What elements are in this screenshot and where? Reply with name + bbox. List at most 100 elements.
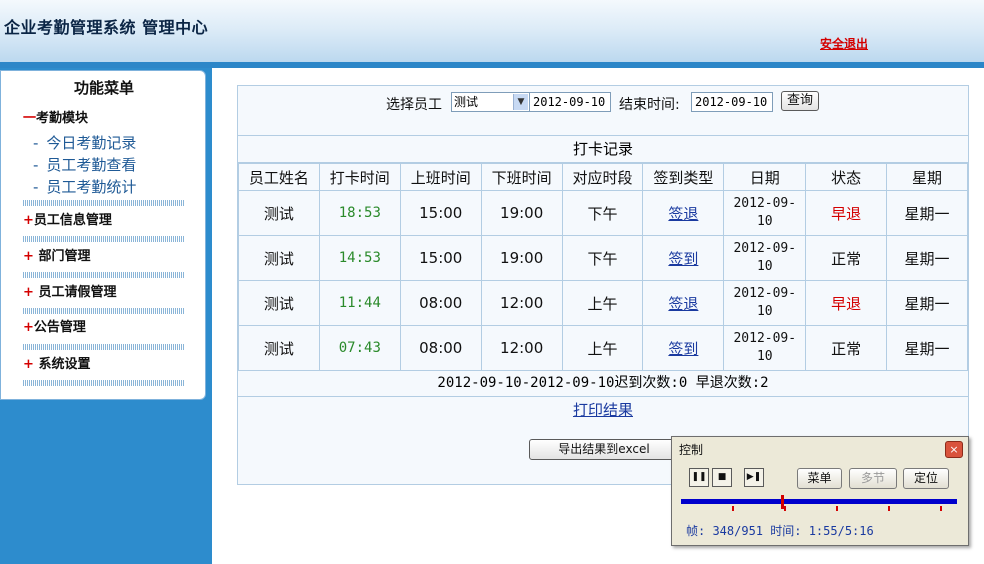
punch-type-link[interactable]: 签到 [668,340,698,358]
punch-type-link[interactable]: 签到 [668,250,698,268]
cell-punch-time: 14:53 [318,235,401,281]
column-header: 签到类型 [642,163,725,191]
menu-module-label: 员工请假管理 [38,285,117,300]
cell-status: 早退 [805,280,888,326]
print-results-link[interactable]: 打印结果 [238,399,968,420]
cell-end-time: 12:00 [480,325,563,371]
menu-divider [23,236,185,242]
dropdown-arrow-icon[interactable]: ▼ [513,94,528,110]
column-header: 日期 [723,163,807,191]
pause-icon[interactable]: ❚❚ [689,468,709,487]
table-header-row: 员工姓名 打卡时间 上班时间 下班时间 对应时段 签到类型 日期 状态 星期 [238,163,968,191]
cell-punch-time: 11:44 [318,280,401,326]
cell-date: 2012-09- 10 [723,280,807,326]
logout-link[interactable]: 安全退出 [820,35,868,52]
cell-weekday: 星期一 [886,280,968,326]
cell-punch-type: 签到 [642,325,725,371]
cell-weekday: 星期一 [886,235,968,281]
function-menu: 功能菜单 一考勤模块 - 今日考勤记录 - 员工考勤查看 - 员工考勤统计 +员工信息… [0,70,206,400]
cell-period: 下午 [561,190,644,236]
records-title: 打卡记录 [238,136,968,163]
cell-date: 2012-09- 10 [723,190,807,236]
menu-module-attendance[interactable]: 一考勤模块 [23,107,88,126]
seek-tick [888,506,890,511]
menu-item-view-attendance[interactable]: - 员工考勤查看 [33,154,136,175]
expand-icon: + [23,285,34,300]
date-line: 2012-09- [733,286,797,301]
menu-module-employee-info[interactable]: +员工信息管理 [23,209,112,228]
cell-punch-type: 签到 [642,235,725,281]
status-badge: 正常 [831,339,862,358]
cell-status: 正常 [805,325,888,371]
menu-module-label: 系统设置 [38,357,91,372]
cell-period: 上午 [561,280,644,326]
column-header: 员工姓名 [238,163,320,191]
cell-end-time: 12:00 [480,280,563,326]
query-button[interactable]: 查询 [781,91,819,111]
column-header: 星期 [886,163,968,191]
column-header: 上班时间 [399,163,482,191]
menu-divider [23,200,185,206]
menu-item-attendance-stats[interactable]: - 员工考勤统计 [33,176,136,197]
bullet-dash-icon: - [33,156,39,174]
control-window-title: 控制 [679,443,704,457]
menu-module-settings[interactable]: + 系统设置 [23,353,90,372]
close-icon[interactable]: × [945,441,963,458]
menu-module-announcement[interactable]: +公告管理 [23,316,86,335]
step-forward-icon[interactable]: ▶❚ [744,468,764,487]
cell-employee-name: 测试 [238,280,320,326]
employee-select[interactable]: 测试 ▼ [451,92,530,112]
punch-type-link[interactable]: 签退 [668,295,698,313]
menu-module-leave[interactable]: + 员工请假管理 [23,281,116,300]
cell-date: 2012-09- 10 [723,235,807,281]
cell-employee-name: 测试 [238,190,320,236]
menu-divider [23,380,185,386]
cell-punch-time: 07:43 [318,325,401,371]
end-date-input[interactable]: 2012-09-10 [691,92,773,112]
date-line: 2012-09- [733,196,797,211]
seek-tick [836,506,838,511]
employee-label: 选择员工 [386,97,442,113]
chapters-button[interactable]: 多节 [849,468,897,489]
table-row: 测试 18:53 15:00 19:00 下午 签退 2012-09- 10 早退… [238,190,968,236]
start-date-input[interactable]: 2012-09-10 [529,92,611,112]
seek-tick [784,506,786,511]
cell-weekday: 星期一 [886,325,968,371]
expand-icon: + [23,320,34,335]
export-excel-button[interactable]: 导出结果到excel [529,439,679,460]
cell-weekday: 星期一 [886,190,968,236]
cell-employee-name: 测试 [238,325,320,371]
collapse-icon: 一 [23,111,37,126]
table-row: 测试 14:53 15:00 19:00 下午 签到 2012-09- 10 正常… [238,235,968,281]
expand-icon: + [23,357,34,372]
cell-status: 正常 [805,235,888,281]
status-badge: 正常 [831,249,862,268]
menu-item-today-attendance[interactable]: - 今日考勤记录 [33,132,136,153]
cell-start-time: 08:00 [399,325,482,371]
menu-button[interactable]: 菜单 [797,468,842,489]
column-header: 下班时间 [480,163,563,191]
cell-start-time: 08:00 [399,280,482,326]
menu-module-department[interactable]: + 部门管理 [23,245,90,264]
expand-icon: + [23,249,34,264]
punch-type-link[interactable]: 签退 [668,205,698,223]
seek-tick [940,506,942,511]
status-badge: 早退 [831,294,862,313]
app-header: 企业考勤管理系统 管理中心 安全退出 [0,0,984,66]
cell-punch-type: 签退 [642,280,725,326]
menu-item-label: 员工考勤统计 [46,178,137,196]
cell-end-time: 19:00 [480,190,563,236]
cell-employee-name: 测试 [238,235,320,281]
menu-item-label: 员工考勤查看 [46,156,137,174]
menu-module-label: 员工信息管理 [33,213,112,228]
cell-period: 下午 [561,235,644,281]
expand-icon: + [23,213,34,228]
stop-icon[interactable]: ■ [712,468,732,487]
end-date-label: 结束时间: [619,97,680,113]
seek-bar[interactable] [681,499,957,504]
playback-status: 帧: 348/951 时间: 1:55/5:16 [686,524,874,538]
cell-period: 上午 [561,325,644,371]
cell-date: 2012-09- 10 [723,325,807,371]
date-line: 10 [756,349,773,364]
locate-button[interactable]: 定位 [903,468,949,489]
